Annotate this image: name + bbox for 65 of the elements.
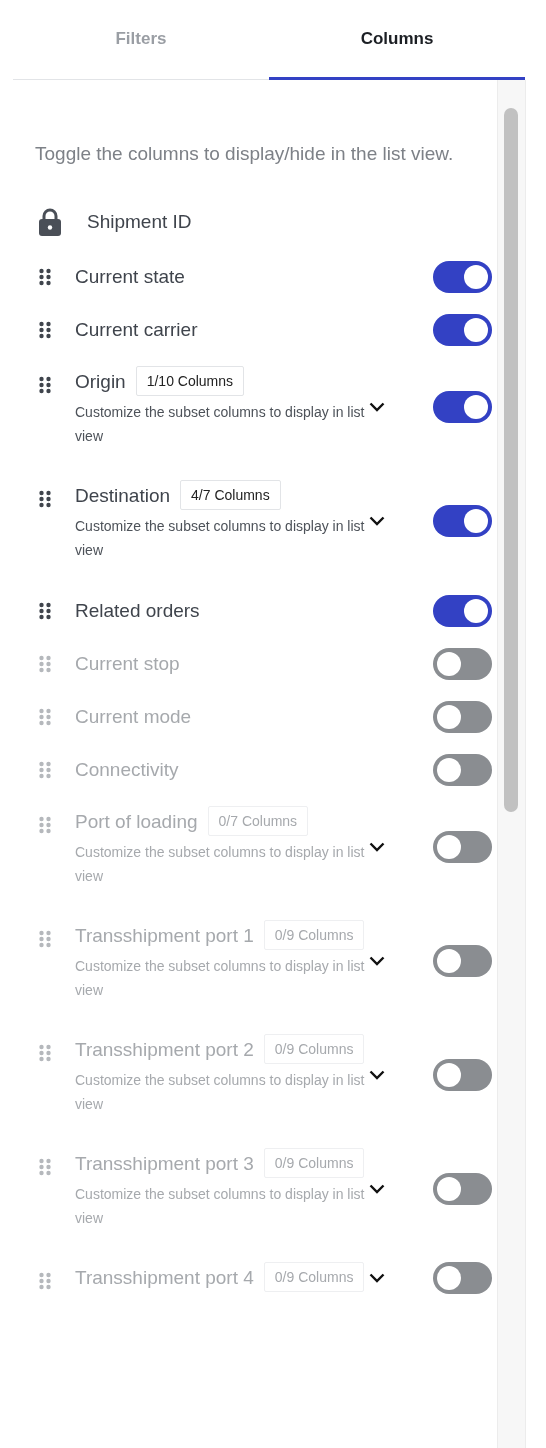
column-label: Transshipment port 1 bbox=[75, 924, 254, 948]
drag-handle-icon[interactable] bbox=[39, 930, 51, 948]
drag-handle-icon[interactable] bbox=[39, 707, 51, 726]
drag-handle-icon[interactable] bbox=[39, 601, 51, 620]
drag-handle-icon[interactable] bbox=[39, 654, 51, 673]
chevron-down-icon[interactable] bbox=[369, 842, 385, 852]
column-label: Port of loading bbox=[75, 810, 198, 834]
description-text: Toggle the columns to display/hide in the list view. bbox=[35, 142, 455, 166]
toggle-switch[interactable] bbox=[433, 753, 492, 786]
columns-count-badge[interactable]: 1/10 Columns bbox=[135, 366, 245, 396]
column-hint: Customize the subset columns to display in list view bbox=[75, 843, 365, 886]
tab[interactable]: Columns bbox=[269, 0, 525, 80]
drag-handle-icon[interactable] bbox=[39, 760, 51, 779]
toggle-switch[interactable] bbox=[433, 313, 492, 346]
columns-count-badge[interactable]: 4/7 Columns bbox=[180, 480, 281, 510]
column-hint: Customize the subset columns to display in list view bbox=[75, 517, 365, 560]
chevron-down-icon[interactable] bbox=[369, 402, 385, 412]
columns-count-badge[interactable]: 0/9 Columns bbox=[263, 1262, 365, 1292]
column-label: Current stop bbox=[75, 651, 181, 676]
column-label: Origin bbox=[75, 370, 126, 394]
column-label: Current mode bbox=[75, 704, 193, 729]
drag-handle-icon[interactable] bbox=[39, 816, 51, 834]
drag-handle-icon[interactable] bbox=[39, 1272, 51, 1290]
lock-icon bbox=[38, 208, 62, 236]
chevron-down-icon[interactable] bbox=[369, 956, 385, 966]
toggle-switch[interactable] bbox=[433, 945, 492, 977]
toggle-switch[interactable] bbox=[433, 647, 492, 680]
toggle-switch[interactable] bbox=[433, 391, 492, 423]
drag-handle-icon[interactable] bbox=[39, 376, 51, 394]
toggle-switch[interactable] bbox=[433, 1173, 492, 1205]
toggle-switch[interactable] bbox=[433, 1059, 492, 1091]
column-label: Current carrier bbox=[75, 317, 199, 342]
column-hint: Customize the subset columns to display in list view bbox=[75, 403, 365, 446]
chevron-down-icon[interactable] bbox=[369, 516, 385, 526]
scrollbar-thumb[interactable] bbox=[504, 108, 518, 812]
column-label: Shipment ID bbox=[87, 211, 192, 233]
toggle-switch[interactable] bbox=[433, 594, 492, 627]
toggle-switch[interactable] bbox=[433, 260, 492, 293]
drag-handle-icon[interactable] bbox=[39, 490, 51, 508]
drag-handle-icon[interactable] bbox=[39, 1158, 51, 1176]
column-label: Related orders bbox=[75, 598, 201, 623]
column-hint: Customize the subset columns to display in list view bbox=[75, 1185, 365, 1228]
toggle-switch[interactable] bbox=[433, 1262, 492, 1294]
column-label: Destination bbox=[75, 484, 171, 508]
columns-count-badge[interactable]: 0/9 Columns bbox=[263, 1034, 365, 1064]
drag-handle-icon[interactable] bbox=[39, 1044, 51, 1062]
tab[interactable]: Filters bbox=[13, 0, 269, 80]
columns-count-badge[interactable]: 0/9 Columns bbox=[263, 920, 365, 950]
toggle-switch[interactable] bbox=[433, 700, 492, 733]
toggle-switch[interactable] bbox=[433, 505, 492, 537]
columns-count-badge[interactable]: 0/9 Columns bbox=[263, 1148, 365, 1178]
column-label: Transshipment port 4 bbox=[75, 1266, 254, 1290]
drag-handle-icon[interactable] bbox=[39, 320, 51, 339]
chevron-down-icon[interactable] bbox=[369, 1184, 385, 1194]
columns-count-badge[interactable]: 0/7 Columns bbox=[207, 806, 309, 836]
chevron-down-icon[interactable] bbox=[369, 1273, 385, 1283]
column-hint: Customize the subset columns to display in list view bbox=[75, 1071, 365, 1114]
column-label: Connectivity bbox=[75, 757, 180, 782]
column-label: Current state bbox=[75, 264, 186, 289]
drag-handle-icon[interactable] bbox=[39, 267, 51, 286]
column-label: Transshipment port 3 bbox=[75, 1152, 254, 1176]
column-label: Transshipment port 2 bbox=[75, 1038, 254, 1062]
toggle-switch[interactable] bbox=[433, 831, 492, 863]
column-hint: Customize the subset columns to display in list view bbox=[75, 957, 365, 1000]
chevron-down-icon[interactable] bbox=[369, 1070, 385, 1080]
